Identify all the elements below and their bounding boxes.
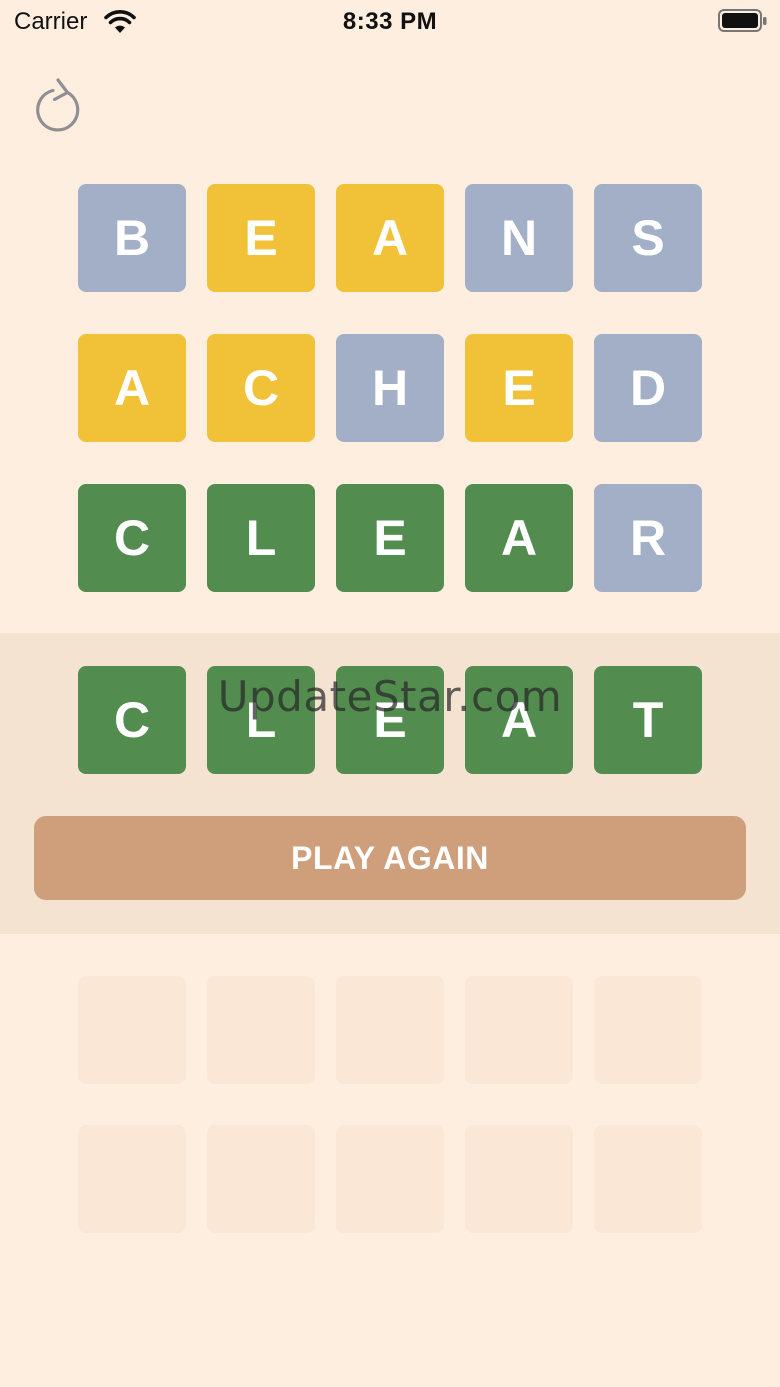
letter-tile: E bbox=[207, 184, 315, 292]
letter-tile: B bbox=[78, 184, 186, 292]
answer-tile: E bbox=[336, 666, 444, 774]
empty-tile bbox=[336, 976, 444, 1084]
letter-tile: H bbox=[336, 334, 444, 442]
game-board: BEANSACHEDCLEARCLEAT bbox=[0, 0, 780, 1387]
answer-tile: L bbox=[207, 666, 315, 774]
letter-tile: D bbox=[594, 334, 702, 442]
letter-tile: N bbox=[465, 184, 573, 292]
letter-tile: S bbox=[594, 184, 702, 292]
answer-tile: C bbox=[78, 666, 186, 774]
letter-tile: E bbox=[336, 484, 444, 592]
answer-tile: T bbox=[594, 666, 702, 774]
empty-tile bbox=[207, 976, 315, 1084]
letter-tile: A bbox=[336, 184, 444, 292]
empty-tile bbox=[594, 976, 702, 1084]
play-again-button[interactable]: PLAY AGAIN bbox=[34, 816, 746, 900]
empty-tile bbox=[465, 1125, 573, 1233]
letter-tile: A bbox=[465, 484, 573, 592]
letter-tile: L bbox=[207, 484, 315, 592]
empty-tile bbox=[336, 1125, 444, 1233]
empty-tile bbox=[594, 1125, 702, 1233]
empty-tile bbox=[78, 1125, 186, 1233]
empty-tile bbox=[207, 1125, 315, 1233]
letter-tile: C bbox=[78, 484, 186, 592]
empty-tile bbox=[465, 976, 573, 1084]
answer-tile: A bbox=[465, 666, 573, 774]
letter-tile: R bbox=[594, 484, 702, 592]
letter-tile: C bbox=[207, 334, 315, 442]
letter-tile: E bbox=[465, 334, 573, 442]
letter-tile: A bbox=[78, 334, 186, 442]
empty-tile bbox=[78, 976, 186, 1084]
